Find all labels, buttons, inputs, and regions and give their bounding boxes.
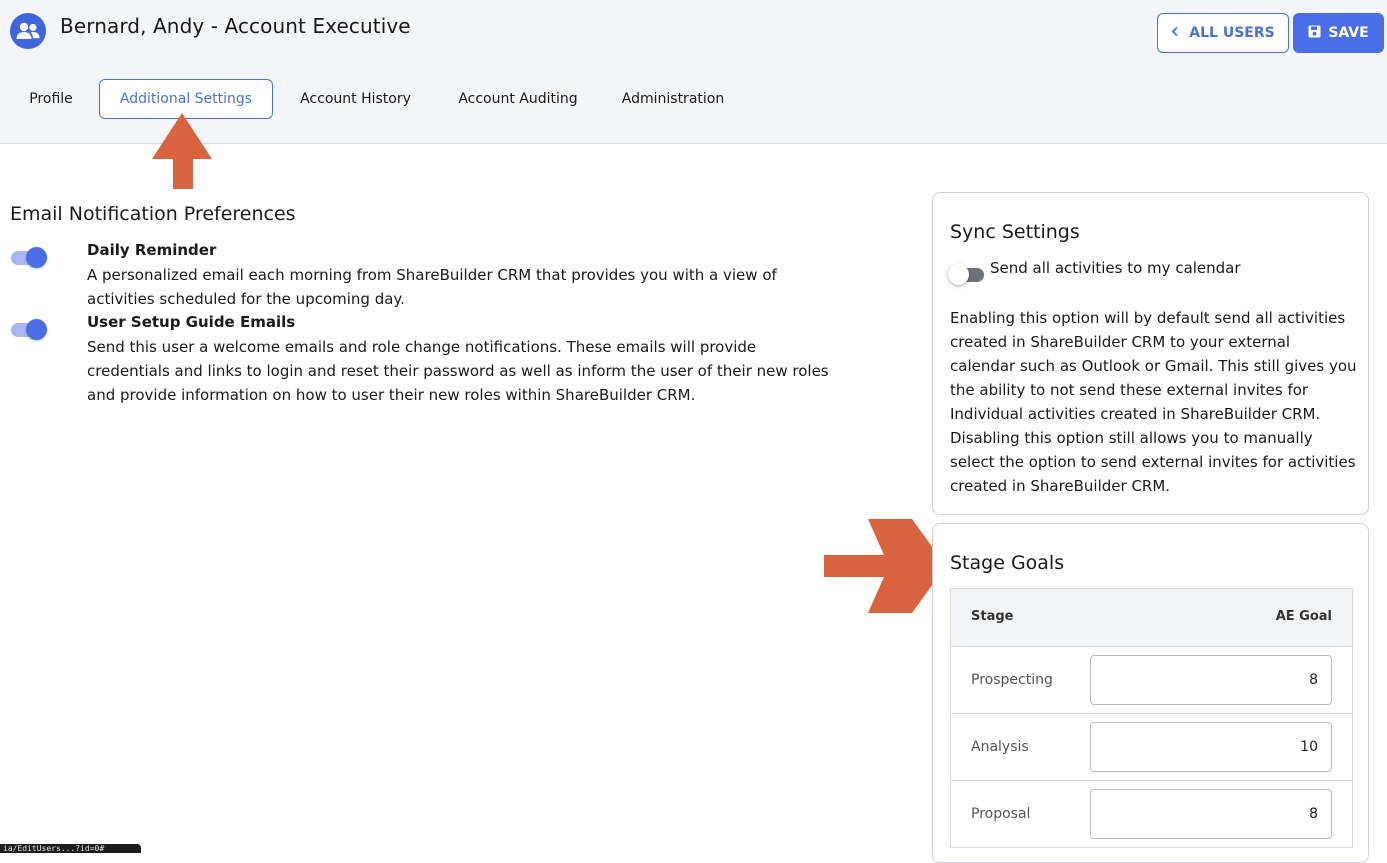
toggle-knob — [26, 247, 47, 268]
chevron-left-icon — [1171, 25, 1179, 41]
daily-reminder-toggle[interactable] — [11, 247, 47, 268]
table-row: Prospecting — [951, 647, 1352, 714]
all-users-label: ALL USERS — [1189, 25, 1275, 41]
table-row: Proposal — [951, 781, 1352, 848]
user-setup-guide-description: Send this user a welcome emails and role… — [87, 338, 829, 404]
calendar-sync-toggle[interactable] — [948, 264, 986, 286]
table-row: Analysis — [951, 714, 1352, 781]
tab-label: Profile — [29, 91, 73, 107]
user-setup-guide-toggle[interactable] — [11, 319, 47, 340]
sync-description: Enabling this option will by default sen… — [950, 309, 1357, 495]
tab-label: Administration — [621, 91, 725, 107]
table-header: Stage AE Goal — [951, 589, 1352, 647]
tab-administration[interactable]: Administration — [610, 79, 736, 119]
column-header-stage: Stage — [971, 609, 1014, 624]
goal-input-prospecting[interactable] — [1090, 655, 1332, 705]
toggle-knob — [948, 264, 969, 285]
column-header-ae-goal: AE Goal — [1275, 609, 1332, 624]
stage-goals-table: Stage AE Goal Prospecting Analysis Propo… — [950, 588, 1353, 848]
annotation-arrow-up-icon — [152, 113, 212, 189]
stage-goals-title: Stage Goals — [950, 552, 1065, 574]
email-prefs-title: Email Notification Preferences — [10, 203, 296, 225]
tab-profile[interactable]: Profile — [18, 79, 84, 119]
tab-account-history[interactable]: Account History — [290, 79, 421, 119]
save-button[interactable]: SAVE — [1293, 13, 1384, 53]
sync-settings-title: Sync Settings — [950, 221, 1080, 243]
sync-settings-card: Sync Settings Send all activities to my … — [932, 192, 1369, 515]
tab-label: Account Auditing — [458, 91, 578, 107]
all-users-button[interactable]: ALL USERS — [1157, 13, 1289, 53]
annotation-arrow-right-icon — [824, 519, 946, 613]
tab-label: Additional Settings — [119, 91, 253, 107]
toggle-knob — [26, 319, 47, 340]
daily-reminder-title: Daily Reminder — [87, 241, 217, 259]
stage-name: Prospecting — [971, 672, 1053, 688]
user-setup-guide-title: User Setup Guide Emails — [87, 313, 296, 331]
tab-label: Account History — [300, 91, 411, 107]
stage-name: Analysis — [971, 739, 1029, 755]
goal-input-proposal[interactable] — [1090, 789, 1332, 839]
users-icon — [10, 13, 46, 49]
stage-name: Proposal — [971, 806, 1031, 822]
daily-reminder-description: A personalized email each morning from S… — [87, 266, 777, 308]
calendar-sync-label: Send all activities to my calendar — [990, 259, 1241, 277]
browser-status-bar: ia/EditUsers...?id=0# — [0, 844, 141, 853]
page-title: Bernard, Andy - Account Executive — [60, 14, 411, 38]
save-label: SAVE — [1328, 25, 1369, 41]
goal-input-analysis[interactable] — [1090, 722, 1332, 772]
save-icon — [1308, 25, 1321, 42]
stage-goals-card: Stage Goals Stage AE Goal Prospecting An… — [932, 523, 1369, 863]
tab-account-auditing[interactable]: Account Auditing — [447, 79, 589, 119]
